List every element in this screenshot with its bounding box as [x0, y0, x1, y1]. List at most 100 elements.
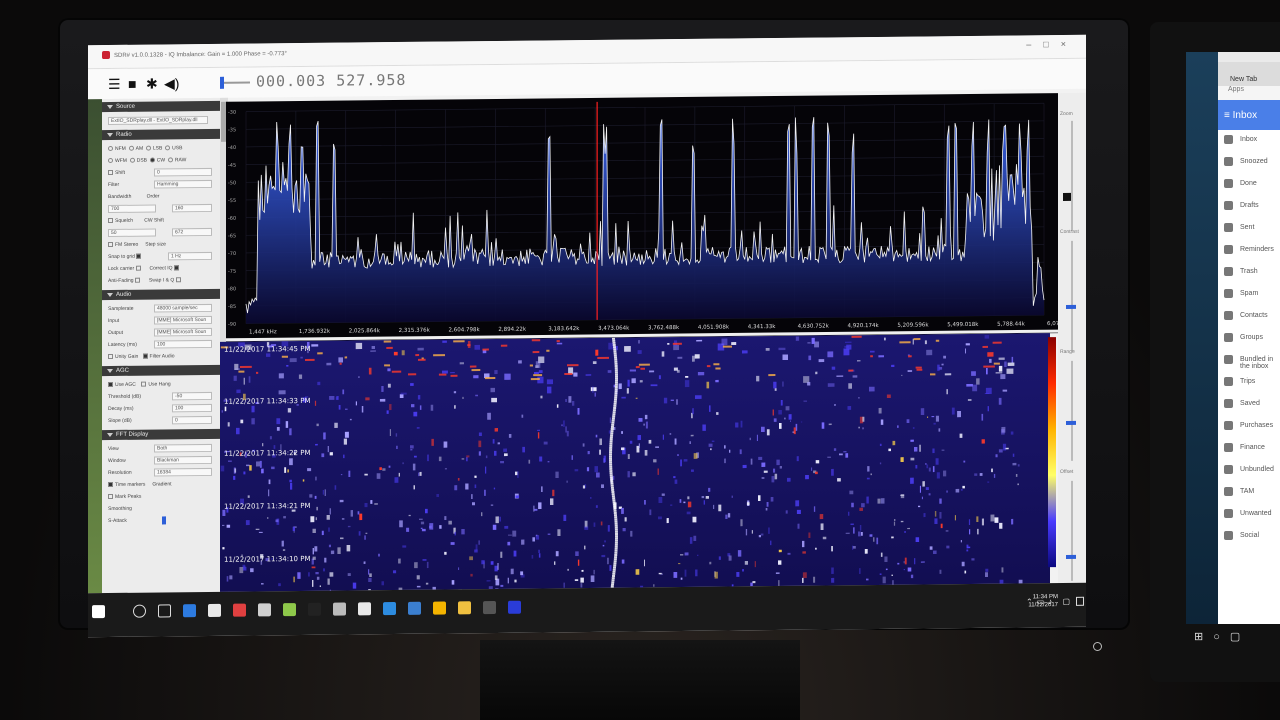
input-select[interactable]: [MME] Microsoft Soun [154, 315, 212, 325]
stop-icon[interactable]: ■ [128, 76, 136, 92]
audio-section-header[interactable]: Audio [102, 288, 220, 301]
inbox-nav-item[interactable]: Contacts [1218, 306, 1280, 328]
zoom-slider[interactable] [1071, 120, 1073, 231]
explorer-icon[interactable] [458, 601, 471, 615]
gradient-button[interactable]: Gradient [152, 481, 171, 487]
slider-thumb[interactable] [220, 76, 224, 89]
decay-input[interactable]: 100 [172, 403, 212, 413]
browser-address-bar[interactable]: Apps [1218, 86, 1280, 100]
order-input[interactable]: 160 [172, 203, 212, 213]
bandwidth-input[interactable]: 700 [108, 204, 156, 214]
range-thumb[interactable] [1066, 420, 1076, 425]
sdr-icon[interactable] [508, 600, 521, 614]
source-select[interactable]: ExtIO_SDRplay.dll - ExtIO_SDRplay.dll [108, 115, 208, 126]
view-select[interactable]: Both [154, 443, 212, 453]
menu-icon[interactable]: ≡ [1224, 110, 1233, 121]
radio-nfm[interactable] [108, 146, 113, 152]
filter-audio-checkbox[interactable] [142, 353, 148, 359]
time-markers-checkbox[interactable] [108, 482, 113, 488]
app-red-icon[interactable] [233, 603, 246, 617]
inbox-nav-item[interactable]: Unwanted [1218, 504, 1280, 526]
inbox-nav-item[interactable]: Drafts [1218, 196, 1280, 218]
inbox-nav-item[interactable]: Finance [1218, 438, 1280, 460]
inbox-nav-item[interactable]: Groups [1218, 328, 1280, 350]
start-icon[interactable] [92, 605, 105, 619]
radio-cw[interactable] [149, 157, 155, 163]
spectrum-analyzer[interactable]: -30 -35 -40 -45 -50 -55 -60 -65 -70 -75 -80 -85 -90 1… [226, 93, 1058, 342]
anti-fading-checkbox[interactable] [134, 277, 140, 283]
cw-shift-input[interactable]: 672 [172, 227, 212, 237]
radio-lsb[interactable] [145, 145, 151, 151]
inbox-nav-item[interactable]: Inbox [1218, 130, 1280, 152]
resolution-select[interactable]: 16384 [154, 467, 212, 477]
snap-checkbox[interactable] [136, 253, 142, 259]
inbox-nav-item[interactable]: Social [1218, 526, 1280, 548]
inbox-nav-item[interactable]: Unbundled [1218, 460, 1280, 482]
s-attack-slider[interactable] [162, 516, 166, 525]
inbox-nav-item[interactable]: Done [1218, 174, 1280, 196]
mark-peaks-checkbox[interactable] [108, 494, 113, 500]
window-controls[interactable]: –□× [1026, 39, 1078, 50]
inbox-nav-item[interactable]: Sent [1218, 218, 1280, 240]
threshold-input[interactable]: -50 [172, 391, 212, 401]
inbox-nav-item[interactable]: Reminders [1218, 240, 1280, 262]
search-icon[interactable] [133, 604, 146, 618]
lock-carrier-checkbox[interactable] [135, 265, 141, 271]
inbox-nav-item[interactable]: Purchases [1218, 416, 1280, 438]
offset-slider[interactable] [1071, 480, 1073, 581]
ie-icon[interactable] [383, 602, 396, 616]
correct-iq-checkbox[interactable] [173, 265, 179, 271]
slope-input[interactable]: 0 [172, 415, 212, 425]
gear-icon[interactable]: ✱ [146, 75, 158, 92]
radio-am[interactable] [128, 145, 134, 151]
waterfall-display[interactable]: 11/22/2017 11:34:45 PM 11/22/2017 11:34:… [220, 333, 1050, 592]
squelch-input[interactable]: 50 [108, 228, 156, 238]
audio-gain-slider[interactable] [220, 76, 250, 89]
taskbar-clock[interactable]: 11:34 PM 11/22/2017 [1028, 593, 1058, 609]
close-button[interactable]: × [1061, 39, 1078, 49]
inbox-nav-item[interactable]: Trips [1218, 372, 1280, 394]
range-slider[interactable] [1071, 360, 1073, 461]
minimize-button[interactable]: – [1026, 39, 1043, 49]
source-section-header[interactable]: Source [102, 100, 220, 113]
unity-gain-checkbox[interactable] [108, 354, 113, 360]
frequency-display[interactable]: 000.003 527.958 [256, 71, 406, 91]
filter-select[interactable]: Hamming [154, 179, 212, 189]
maximize-button[interactable]: □ [1043, 39, 1060, 49]
mail-icon[interactable] [358, 602, 371, 616]
inbox-nav-item[interactable]: Saved [1218, 394, 1280, 416]
samplerate-select[interactable]: 48000 sample/sec [154, 303, 212, 313]
offset-thumb[interactable] [1066, 554, 1076, 559]
agc-section-header[interactable]: AGC [102, 364, 220, 377]
fft-section-header[interactable]: FFT Display [102, 428, 220, 441]
swap-iq-checkbox[interactable] [175, 277, 181, 283]
shift-checkbox[interactable] [108, 170, 113, 176]
chrome-icon[interactable] [433, 601, 446, 615]
spectrum-plot[interactable]: -30 -35 -40 -45 -50 -55 -60 -65 -70 -75 -80 -85 -90 1… [226, 93, 1058, 342]
squelch-checkbox[interactable] [108, 218, 113, 224]
radio-section-header[interactable]: Radio [102, 128, 220, 141]
latency-input[interactable]: 100 [154, 339, 212, 349]
task-view-icon[interactable] [158, 604, 171, 618]
radio-dsb[interactable] [129, 157, 135, 163]
inbox-nav-item[interactable]: Bundled in the inbox [1218, 350, 1280, 372]
output-select[interactable]: [MME] Microsoft Soun [154, 327, 212, 337]
fm-stereo-checkbox[interactable] [108, 242, 113, 248]
inbox-nav-item[interactable]: Spam [1218, 284, 1280, 306]
use-hang-checkbox[interactable] [141, 381, 147, 387]
app-green-icon[interactable] [283, 603, 296, 617]
store-icon[interactable] [208, 603, 221, 617]
menu-icon[interactable]: ☰ [108, 76, 121, 93]
contrast-thumb[interactable] [1066, 304, 1076, 309]
radio-raw[interactable] [167, 157, 173, 163]
cmd-icon[interactable] [308, 602, 321, 616]
inbox-nav-item[interactable]: Trash [1218, 262, 1280, 284]
app-tool-icon[interactable] [333, 602, 346, 616]
notification-icon[interactable] [1076, 596, 1084, 606]
step-size-select[interactable]: 1 Hz [168, 251, 212, 261]
contrast-slider[interactable] [1071, 240, 1073, 351]
inbox-nav-item[interactable]: Snoozed [1218, 152, 1280, 174]
inbox-nav-item[interactable]: TAM [1218, 482, 1280, 504]
speaker-icon[interactable]: ◀) [164, 75, 179, 92]
app-gear-icon[interactable] [258, 603, 271, 617]
